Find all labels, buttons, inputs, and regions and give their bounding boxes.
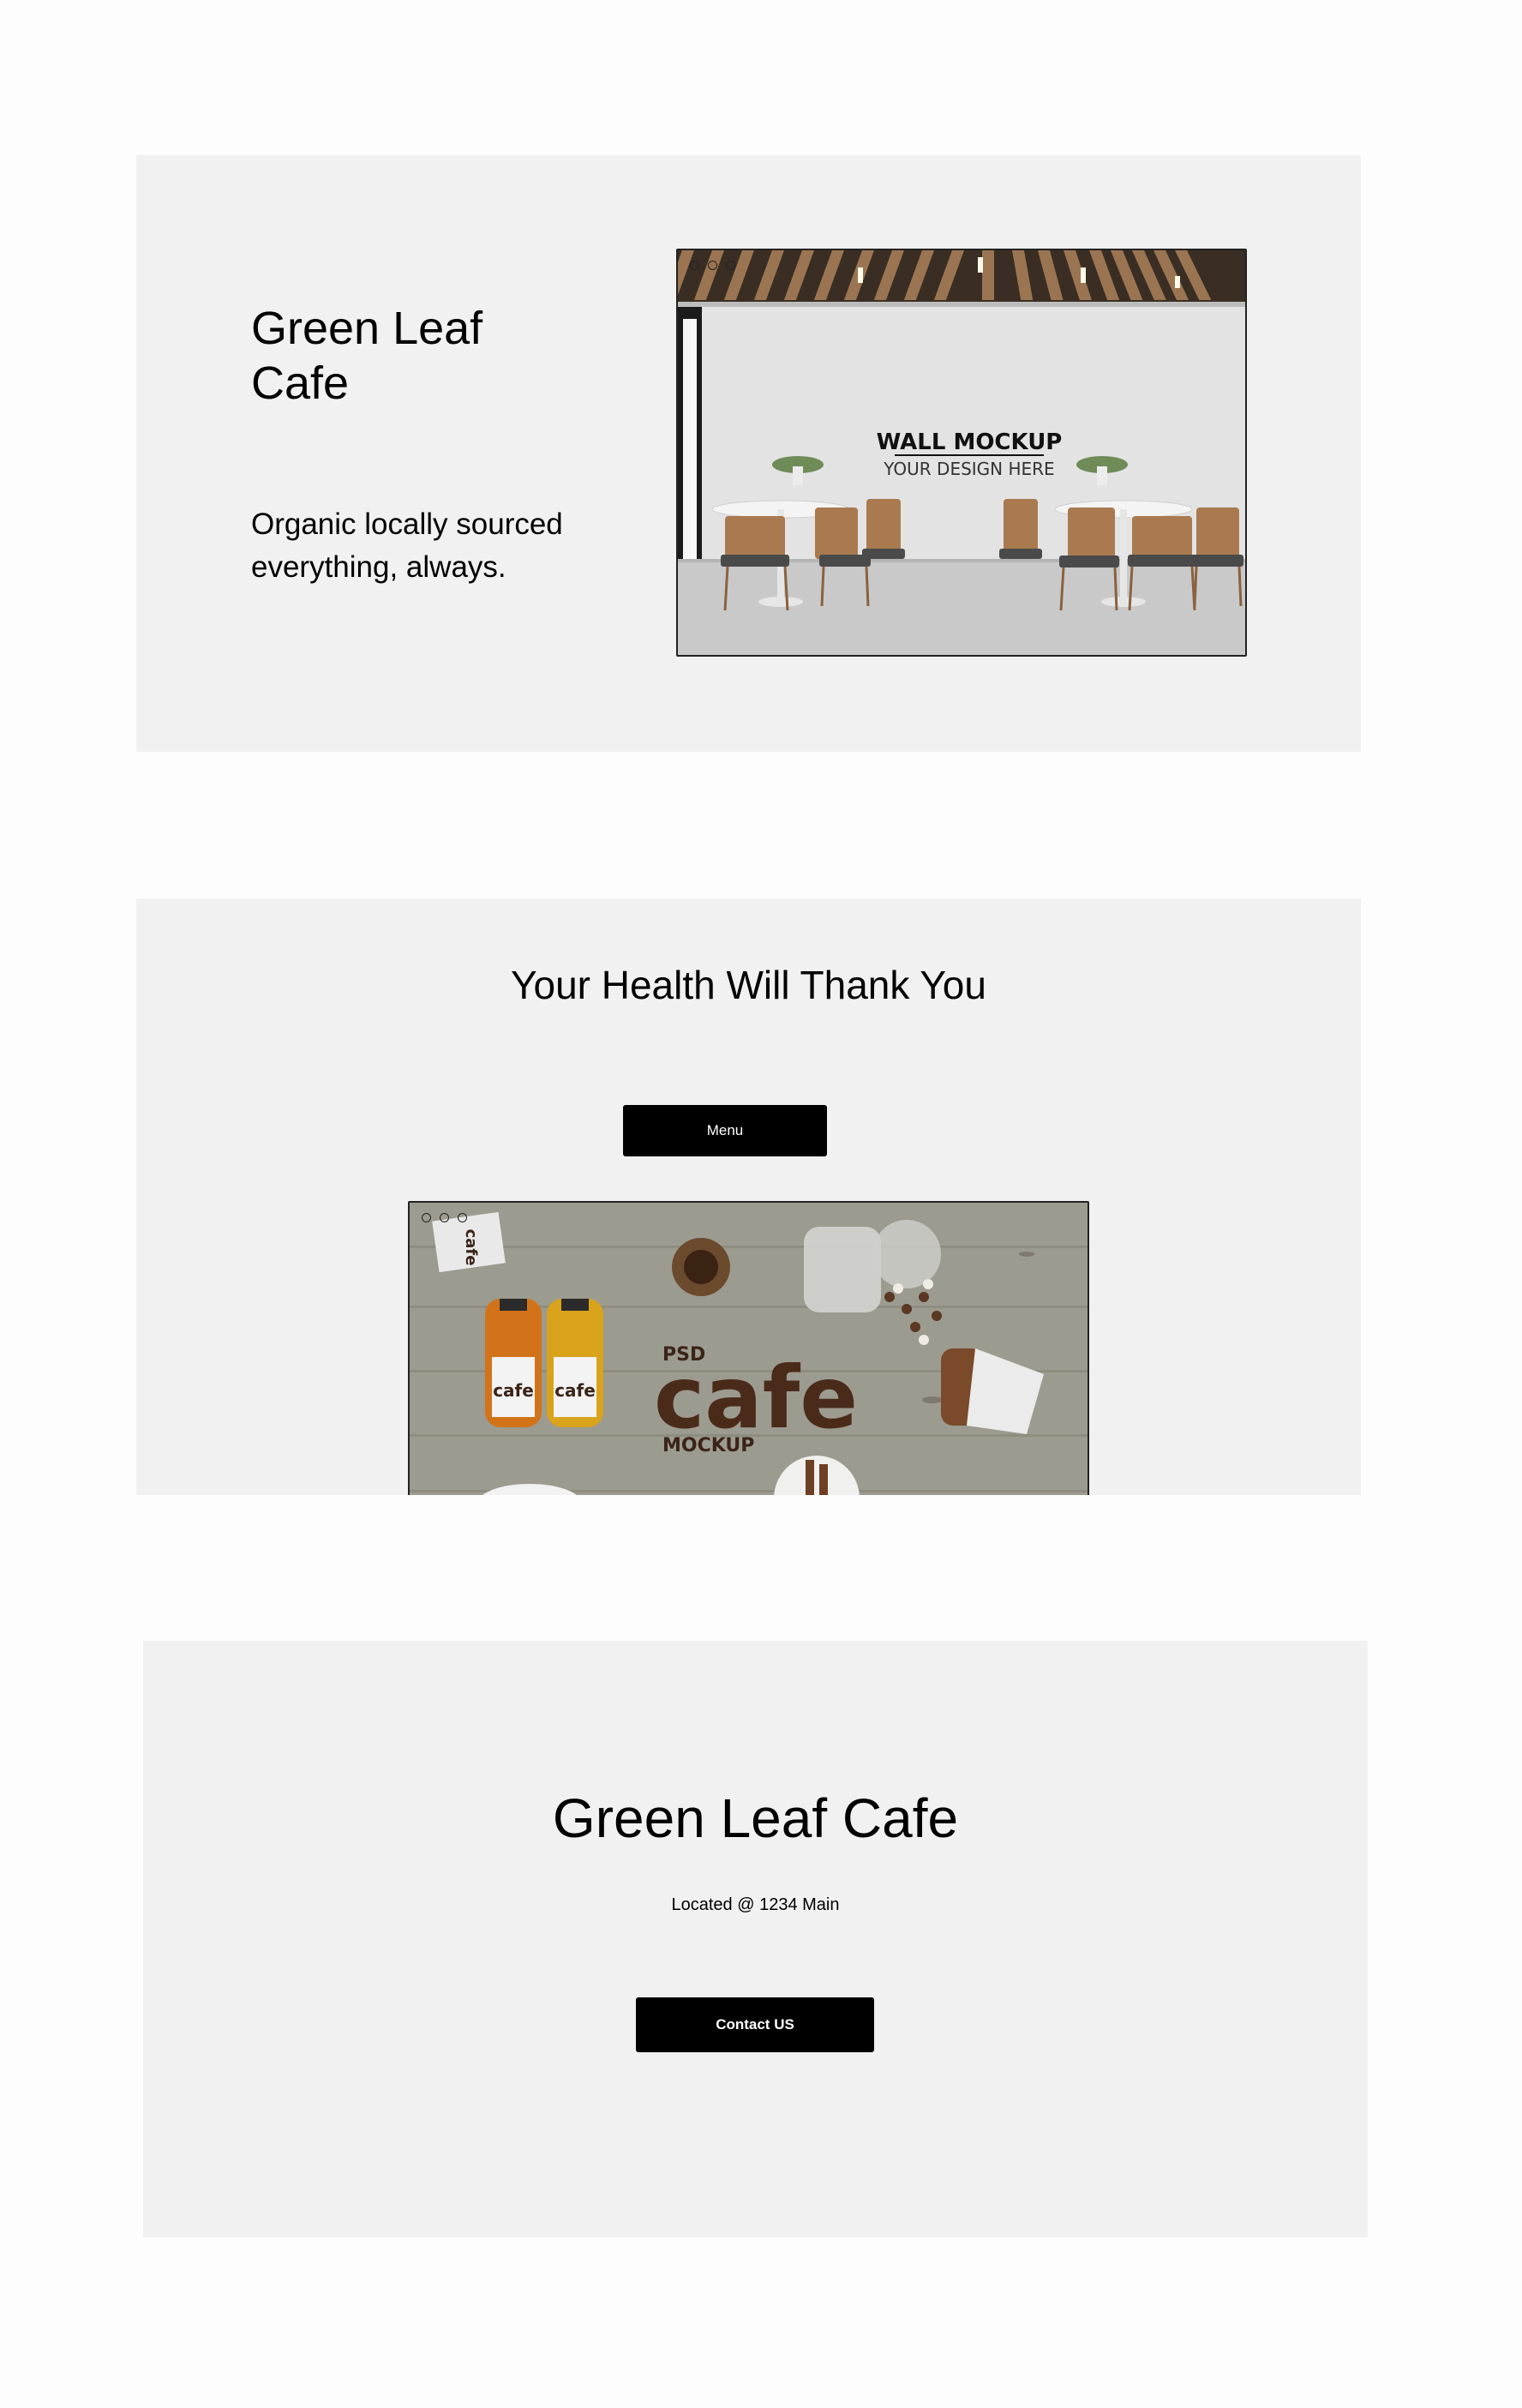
- hero-section: Green Leaf Cafe Organic locally sourced …: [136, 155, 1361, 752]
- cafe-interior-image: WALL MOCKUP YOUR DESIGN HERE: [676, 249, 1247, 657]
- cafe-products-image: cafe cafe cafe PSD cafe MOCKUP: [408, 1201, 1089, 1495]
- window-dot-icon: [690, 261, 699, 270]
- section-heading: Your Health Will Thank You: [511, 963, 986, 1007]
- window-dot-icon: [708, 261, 717, 270]
- logo-mockup: MOCKUP: [662, 1435, 754, 1456]
- contact-title: Green Leaf Cafe: [552, 1787, 959, 1849]
- mockup-subline: YOUR DESIGN HERE: [883, 459, 1054, 479]
- packet-label: cafe: [462, 1229, 480, 1266]
- bottle-label: cafe: [554, 1380, 596, 1401]
- logo-cafe: cafe: [654, 1348, 858, 1448]
- interior-illustration: WALL MOCKUP YOUR DESIGN HERE: [678, 250, 1245, 655]
- products-illustration: cafe cafe cafe PSD cafe MOCKUP: [410, 1203, 1088, 1495]
- bottle-label: cafe: [493, 1380, 534, 1401]
- contact-section: Green Leaf Cafe Located @ 1234 Main Cont…: [143, 1641, 1368, 2237]
- window-dot-icon: [440, 1213, 449, 1222]
- hero-description: Organic locally sourced everything, alwa…: [251, 507, 563, 584]
- window-dot-icon: [726, 261, 735, 270]
- window-dot-icon: [458, 1213, 467, 1222]
- mockup-headline: WALL MOCKUP: [877, 429, 1063, 455]
- window-dot-icon: [422, 1213, 431, 1222]
- menu-button[interactable]: Menu: [623, 1105, 827, 1156]
- window-dots: [690, 261, 735, 270]
- window-dots: [422, 1213, 467, 1222]
- location-text: Located @ 1234 Main: [671, 1895, 840, 1914]
- health-section: Your Health Will Thank You Menu cafe caf…: [136, 898, 1361, 1495]
- hero-title: Green Leaf Cafe: [251, 303, 483, 409]
- contact-button[interactable]: Contact US: [636, 1997, 874, 2052]
